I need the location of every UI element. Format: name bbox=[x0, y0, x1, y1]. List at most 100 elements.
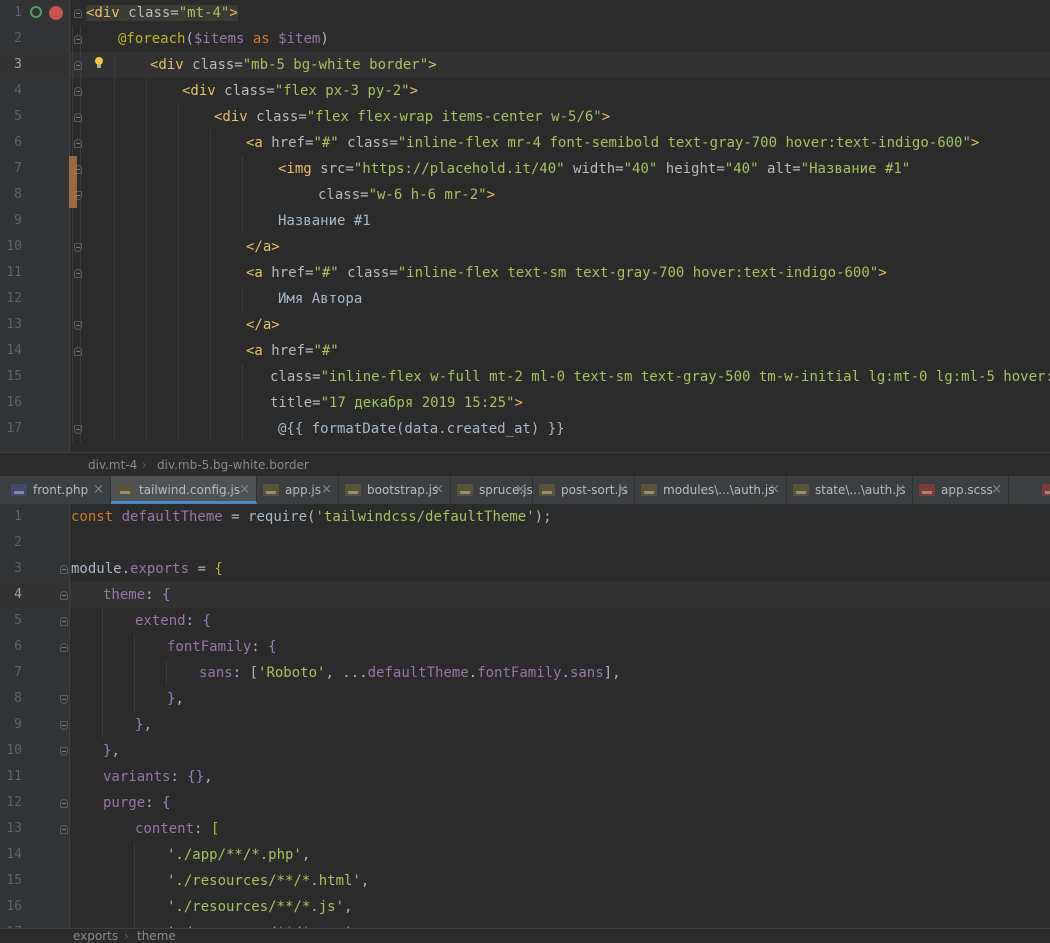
code-line[interactable]: 1 <div class="mt-4"> bbox=[0, 0, 1050, 26]
code-text[interactable]: <div class="mb-5 bg-white border"> bbox=[150, 52, 437, 78]
code-text[interactable]: title="17 декабря 2019 15:25"> bbox=[270, 390, 523, 416]
code-text[interactable]: <div class="mt-4"> bbox=[86, 0, 238, 26]
code-line[interactable]: 13 </a> bbox=[0, 312, 1050, 338]
code-line[interactable]: 3 <div class="mb-5 bg-white border"> bbox=[0, 52, 1050, 78]
fold-marker-icon[interactable] bbox=[74, 321, 82, 330]
code-text[interactable]: module.exports = { bbox=[71, 556, 223, 582]
code-text[interactable]: extend: { bbox=[135, 608, 211, 634]
code-line[interactable]: 16 './resources/**/*.js', bbox=[0, 894, 1050, 920]
top-editor-pane[interactable]: 1 <div class="mt-4"> 2 @foreach($items as $… bbox=[0, 0, 1050, 452]
fold-marker-icon[interactable] bbox=[74, 61, 82, 70]
tab-bootstrap-js[interactable]: bootstrap.js × bbox=[339, 476, 451, 504]
tab-state-auth-js[interactable]: state\...\auth.js × bbox=[787, 476, 913, 504]
lightbulb-icon[interactable] bbox=[95, 57, 103, 68]
code-line[interactable]: 7 <img src="https://placehold.it/40" widt… bbox=[0, 156, 1050, 182]
fold-marker-icon[interactable] bbox=[74, 9, 82, 18]
code-line[interactable]: 15 class="inline-flex w-full mt-2 ml-0 te… bbox=[0, 364, 1050, 390]
code-line[interactable]: 9 Название #1 bbox=[0, 208, 1050, 234]
fold-marker-icon[interactable] bbox=[74, 139, 82, 148]
code-text[interactable]: './resources/**/*.vue', bbox=[167, 920, 361, 928]
code-text[interactable]: <div class="flex flex-wrap items-center … bbox=[214, 104, 610, 130]
code-text[interactable]: <img src="https://placehold.it/40" width… bbox=[278, 156, 910, 182]
vcs-change-marker[interactable] bbox=[69, 156, 77, 208]
code-text[interactable]: theme: { bbox=[103, 582, 170, 608]
author-avatar-icon[interactable] bbox=[49, 6, 63, 20]
code-text[interactable]: content: [ bbox=[135, 816, 219, 842]
code-text[interactable]: <div class="flex px-3 py-2"> bbox=[182, 78, 418, 104]
code-text[interactable]: purge: { bbox=[103, 790, 170, 816]
code-line[interactable]: 9}, bbox=[0, 712, 1050, 738]
fold-marker-icon[interactable] bbox=[60, 643, 68, 652]
fold-marker-icon[interactable] bbox=[60, 799, 68, 808]
fold-marker-icon[interactable] bbox=[74, 113, 82, 122]
code-line[interactable]: 10}, bbox=[0, 738, 1050, 764]
tab-app-js[interactable]: app.js × bbox=[257, 476, 339, 504]
code-line[interactable]: 16 title="17 декабря 2019 15:25"> bbox=[0, 390, 1050, 416]
code-text[interactable]: './app/**/*.php', bbox=[167, 842, 310, 868]
code-line[interactable]: 5 extend: { bbox=[0, 608, 1050, 634]
code-line[interactable]: 12 Имя Автора bbox=[0, 286, 1050, 312]
fold-marker-icon[interactable] bbox=[74, 425, 82, 434]
code-line[interactable]: 13 content: [ bbox=[0, 816, 1050, 842]
fold-marker-icon[interactable] bbox=[74, 35, 82, 44]
code-line[interactable]: 2 bbox=[0, 530, 1050, 556]
code-line[interactable]: 6 fontFamily: { bbox=[0, 634, 1050, 660]
code-line[interactable]: 5 <div class="flex flex-wrap items-center… bbox=[0, 104, 1050, 130]
code-line[interactable]: 7 sans: ['Roboto', ...defaultTheme.fontFa… bbox=[0, 660, 1050, 686]
code-text[interactable]: './resources/**/*.js', bbox=[167, 894, 352, 920]
breadcrumb-item[interactable]: div.mb-5.bg-white.border bbox=[157, 453, 309, 477]
code-line[interactable]: 8}, bbox=[0, 686, 1050, 712]
fold-marker-icon[interactable] bbox=[60, 825, 68, 834]
fold-marker-icon[interactable] bbox=[74, 243, 82, 252]
fold-marker-icon[interactable] bbox=[74, 87, 82, 96]
code-text[interactable]: <a href="#" bbox=[246, 338, 339, 364]
code-text[interactable]: </a> bbox=[246, 312, 280, 338]
code-text[interactable]: Название #1 bbox=[278, 208, 371, 234]
close-icon[interactable]: × bbox=[515, 476, 526, 504]
code-line[interactable]: 11 variants: {}, bbox=[0, 764, 1050, 790]
fold-marker-icon[interactable] bbox=[60, 565, 68, 574]
close-icon[interactable]: × bbox=[321, 476, 332, 504]
git-branch-icon[interactable] bbox=[30, 6, 42, 18]
code-text[interactable]: class="w-6 h-6 mr-2"> bbox=[318, 182, 495, 208]
tab-post-sort-js[interactable]: post-sort.js × bbox=[533, 476, 635, 504]
code-text[interactable]: './resources/**/*.html', bbox=[167, 868, 369, 894]
code-line[interactable]: 10 </a> bbox=[0, 234, 1050, 260]
code-line[interactable]: 17 './resources/**/*.vue', bbox=[0, 920, 1050, 928]
fold-marker-icon[interactable] bbox=[74, 269, 82, 278]
code-line[interactable]: 4 <div class="flex px-3 py-2"> bbox=[0, 78, 1050, 104]
code-text[interactable]: class="inline-flex w-full mt-2 ml-0 text… bbox=[270, 364, 1050, 390]
bottom-editor-pane[interactable]: 1 const defaultTheme = require('tailwindc… bbox=[0, 504, 1050, 928]
code-text[interactable]: fontFamily: { bbox=[167, 634, 277, 660]
code-text[interactable]: }, bbox=[103, 738, 120, 764]
tab-modules-auth-js[interactable]: modules\...\auth.js × bbox=[635, 476, 787, 504]
close-icon[interactable]: × bbox=[769, 476, 780, 504]
fold-marker-icon[interactable] bbox=[74, 347, 82, 356]
fold-marker-icon[interactable] bbox=[60, 721, 68, 730]
close-icon[interactable]: × bbox=[239, 476, 250, 504]
tab-tailwind-config-js[interactable]: tailwind.config.js × bbox=[111, 476, 257, 504]
code-text[interactable]: </a> bbox=[246, 234, 280, 260]
close-icon[interactable]: × bbox=[433, 476, 444, 504]
close-icon[interactable]: × bbox=[895, 476, 906, 504]
code-line[interactable]: 15 './resources/**/*.html', bbox=[0, 868, 1050, 894]
code-line[interactable]: 3 module.exports = { bbox=[0, 556, 1050, 582]
fold-marker-icon[interactable] bbox=[60, 747, 68, 756]
breadcrumb-item[interactable]: div.mt-4 bbox=[88, 453, 137, 477]
code-line[interactable]: 14 <a href="#" bbox=[0, 338, 1050, 364]
code-text[interactable]: }, bbox=[135, 712, 152, 738]
code-line[interactable]: 2 @foreach($items as $item) bbox=[0, 26, 1050, 52]
code-text[interactable]: Имя Автора bbox=[278, 286, 362, 312]
tab-app-scss[interactable]: app.scss × bbox=[913, 476, 1009, 504]
code-text[interactable]: sans: ['Roboto', ...defaultTheme.fontFam… bbox=[199, 660, 621, 686]
code-line[interactable]: 12 purge: { bbox=[0, 790, 1050, 816]
code-line[interactable]: 6 <a href="#" class="inline-flex mr-4 fon… bbox=[0, 130, 1050, 156]
code-line[interactable]: 1 const defaultTheme = require('tailwindc… bbox=[0, 504, 1050, 530]
code-line[interactable]: 14 './app/**/*.php', bbox=[0, 842, 1050, 868]
tab-front-php[interactable]: front.php × bbox=[5, 476, 111, 504]
code-text[interactable]: const defaultTheme = require('tailwindcs… bbox=[71, 504, 552, 530]
code-text[interactable]: <a href="#" class="inline-flex mr-4 font… bbox=[246, 130, 979, 156]
code-text[interactable]: @foreach($items as $item) bbox=[118, 26, 329, 52]
code-text[interactable]: variants: {}, bbox=[103, 764, 213, 790]
code-line[interactable]: 17 @{{ formatDate(data.created_at) }} bbox=[0, 416, 1050, 442]
